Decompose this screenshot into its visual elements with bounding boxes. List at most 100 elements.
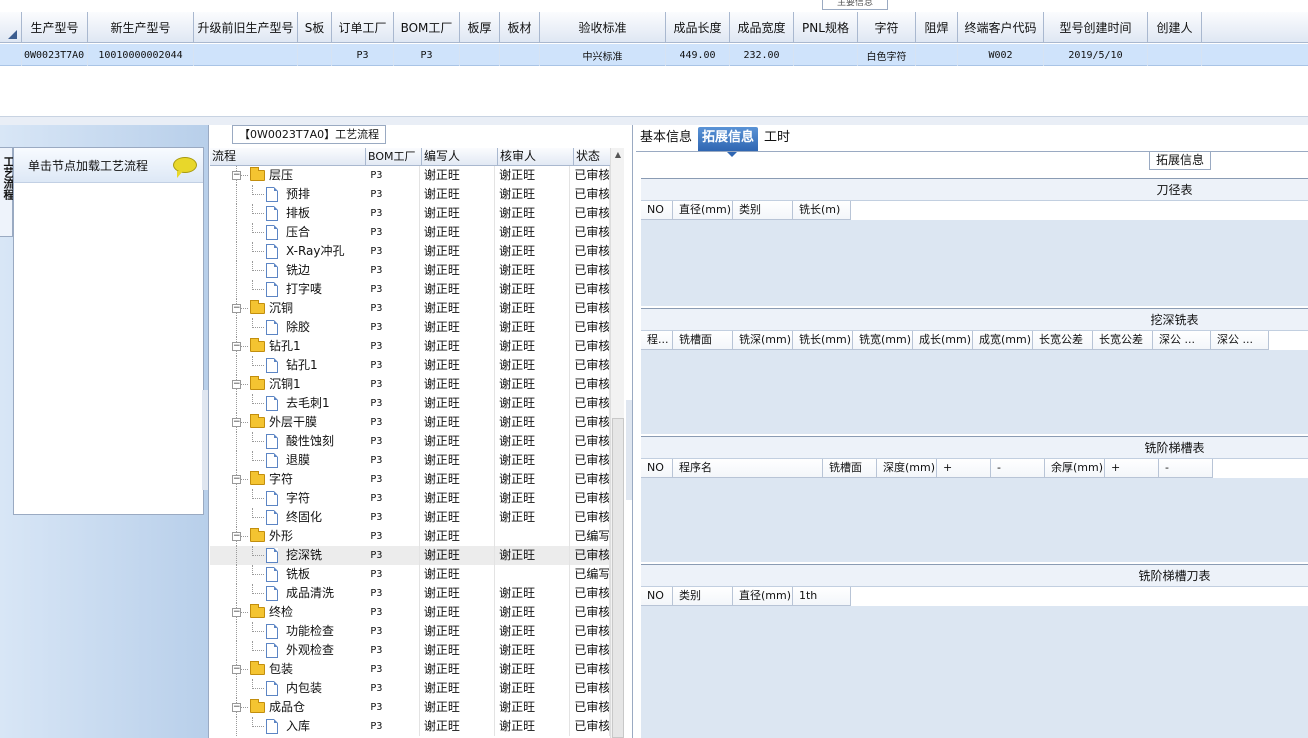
scroll-up-icon[interactable]: ▲	[611, 148, 625, 162]
collapse-icon[interactable]: −	[232, 418, 241, 427]
cell-14[interactable]: W002	[958, 44, 1044, 66]
process-row[interactable]: 退膜 P3 谢正旺 谢正旺 已审核	[210, 451, 610, 470]
column-header-16[interactable]: 创建人	[1148, 12, 1202, 43]
collapse-icon[interactable]: −	[232, 171, 241, 180]
column-header-13[interactable]: 阻焊	[916, 12, 958, 43]
section-column-header[interactable]: NO	[641, 459, 673, 478]
cell-11[interactable]	[794, 44, 858, 66]
process-row[interactable]: 铣板 P3 谢正旺 已编写	[210, 565, 610, 584]
column-header-12[interactable]: 字符	[858, 12, 916, 43]
scroll-thumb[interactable]	[612, 418, 624, 738]
section-column-header[interactable]: 程...	[641, 331, 673, 350]
cell-8[interactable]: 中兴标准	[540, 44, 666, 66]
cell-12[interactable]: 白色字符	[858, 44, 916, 66]
tab-2[interactable]: 工时	[760, 127, 794, 151]
process-row[interactable]: 挖深铣 P3 谢正旺 谢正旺 已审核	[210, 546, 610, 565]
process-row[interactable]: 终固化 P3 谢正旺 谢正旺 已审核	[210, 508, 610, 527]
process-row[interactable]: 字符 P3 谢正旺 谢正旺 已审核	[210, 489, 610, 508]
process-row[interactable]: − 沉铜 P3 谢正旺 谢正旺 已审核	[210, 299, 610, 318]
section-column-header[interactable]: 1th	[793, 587, 851, 606]
tree-column-4[interactable]: 状态	[574, 148, 614, 166]
section-column-header[interactable]: +	[937, 459, 991, 478]
cell-0[interactable]: 0W0023T7A0	[22, 44, 88, 66]
section-column-header[interactable]: 直径(mm)	[733, 587, 793, 606]
cell-7[interactable]	[500, 44, 540, 66]
vertical-tab-process[interactable]: 工艺流程	[0, 147, 15, 237]
tree-column-3[interactable]: 核审人	[498, 148, 574, 166]
section-column-header[interactable]: 余厚(mm)	[1045, 459, 1105, 478]
collapse-icon[interactable]: −	[232, 380, 241, 389]
section-column-header[interactable]: 类别	[733, 201, 793, 220]
process-row[interactable]: − 沉铜1 P3 谢正旺 谢正旺 已审核	[210, 375, 610, 394]
column-header-8[interactable]: 验收标准	[540, 12, 666, 43]
process-row[interactable]: − 外层干膜 P3 谢正旺 谢正旺 已审核	[210, 413, 610, 432]
column-header-1[interactable]: 新生产型号	[88, 12, 194, 43]
cell-6[interactable]	[460, 44, 500, 66]
collapse-icon[interactable]: −	[232, 703, 241, 712]
process-row[interactable]: 预排 P3 谢正旺 谢正旺 已审核	[210, 185, 610, 204]
column-header-2[interactable]: 升级前旧生产型号	[194, 12, 298, 43]
cell-10[interactable]: 232.00	[730, 44, 794, 66]
process-row[interactable]: 酸性蚀刻 P3 谢正旺 谢正旺 已审核	[210, 432, 610, 451]
section-column-header[interactable]: 类别	[673, 587, 733, 606]
section-column-header[interactable]: 深度(mm)	[877, 459, 937, 478]
process-row[interactable]: 功能检查 P3 谢正旺 谢正旺 已审核	[210, 622, 610, 641]
grid-corner-icon[interactable]	[0, 12, 22, 43]
tree-column-2[interactable]: 编写人	[422, 148, 498, 166]
column-header-5[interactable]: BOM工厂	[394, 12, 460, 43]
tree-column-1[interactable]: BOM工厂	[366, 148, 422, 166]
section-column-header[interactable]: 铣宽(mm)	[853, 331, 913, 350]
process-row[interactable]: 压合 P3 谢正旺 谢正旺 已审核	[210, 223, 610, 242]
cell-13[interactable]	[916, 44, 958, 66]
process-row[interactable]: X-Ray冲孔 P3 谢正旺 谢正旺 已审核	[210, 242, 610, 261]
column-header-11[interactable]: PNL规格	[794, 12, 858, 43]
cell-16[interactable]	[1148, 44, 1202, 66]
process-tree-scrollbar[interactable]: ▲	[610, 148, 624, 738]
collapse-icon[interactable]: −	[232, 342, 241, 351]
process-row[interactable]: − 字符 P3 谢正旺 谢正旺 已审核	[210, 470, 610, 489]
section-column-header[interactable]: 成长(mm)	[913, 331, 973, 350]
section-column-header[interactable]: -	[1159, 459, 1213, 478]
process-row[interactable]: 打字唛 P3 谢正旺 谢正旺 已审核	[210, 280, 610, 299]
model-grid-row[interactable]: 0W0023T7A0 10010000002044 P3 P3 中兴标准 449.00 23…	[0, 44, 1308, 66]
section-column-header[interactable]: NO	[641, 201, 673, 220]
process-row[interactable]: − 终检 P3 谢正旺 谢正旺 已审核	[210, 603, 610, 622]
section-column-header[interactable]: 铣槽面	[823, 459, 877, 478]
collapse-icon[interactable]: −	[232, 304, 241, 313]
section-column-header[interactable]: -	[991, 459, 1045, 478]
cell-1[interactable]: 10010000002044	[88, 44, 194, 66]
section-column-header[interactable]: 深公 ...	[1153, 331, 1211, 350]
cell-4[interactable]: P3	[332, 44, 394, 66]
process-row[interactable]: − 层压 P3 谢正旺 谢正旺 已审核	[210, 166, 610, 185]
column-header-15[interactable]: 型号创建时间	[1044, 12, 1148, 43]
process-row[interactable]: 铣边 P3 谢正旺 谢正旺 已审核	[210, 261, 610, 280]
process-row[interactable]: − 包装 P3 谢正旺 谢正旺 已审核	[210, 660, 610, 679]
column-header-10[interactable]: 成品宽度	[730, 12, 794, 43]
process-row[interactable]: 入库 P3 谢正旺 谢正旺 已审核	[210, 717, 610, 736]
section-column-header[interactable]: 直径(mm)	[673, 201, 733, 220]
section-column-header[interactable]: 铣长(mm)	[793, 331, 853, 350]
tree-column-0[interactable]: 流程	[210, 148, 366, 166]
section-column-header[interactable]: 铣深(mm)	[733, 331, 793, 350]
process-row[interactable]: 成品清洗 P3 谢正旺 谢正旺 已审核	[210, 584, 610, 603]
section-column-header[interactable]: 铣长(m)	[793, 201, 851, 220]
process-row[interactable]: 钻孔1 P3 谢正旺 谢正旺 已审核	[210, 356, 610, 375]
cell-9[interactable]: 449.00	[666, 44, 730, 66]
section-column-header[interactable]: 深公 ...	[1211, 331, 1269, 350]
process-row[interactable]: 除胶 P3 谢正旺 谢正旺 已审核	[210, 318, 610, 337]
column-header-3[interactable]: S板	[298, 12, 332, 43]
process-row[interactable]: − 钻孔1 P3 谢正旺 谢正旺 已审核	[210, 337, 610, 356]
collapse-icon[interactable]: −	[232, 475, 241, 484]
process-row[interactable]: 去毛刺1 P3 谢正旺 谢正旺 已审核	[210, 394, 610, 413]
section-column-header[interactable]: NO	[641, 587, 673, 606]
process-row[interactable]: 内包装 P3 谢正旺 谢正旺 已审核	[210, 679, 610, 698]
section-column-header[interactable]: 长宽公差	[1033, 331, 1093, 350]
collapse-icon[interactable]: −	[232, 665, 241, 674]
collapse-icon[interactable]: −	[232, 608, 241, 617]
section-column-header[interactable]: 长宽公差	[1093, 331, 1153, 350]
column-header-0[interactable]: 生产型号	[22, 12, 88, 43]
column-header-9[interactable]: 成品长度	[666, 12, 730, 43]
process-row[interactable]: 外观检查 P3 谢正旺 谢正旺 已审核	[210, 641, 610, 660]
section-column-header[interactable]: +	[1105, 459, 1159, 478]
cell-3[interactable]	[298, 44, 332, 66]
